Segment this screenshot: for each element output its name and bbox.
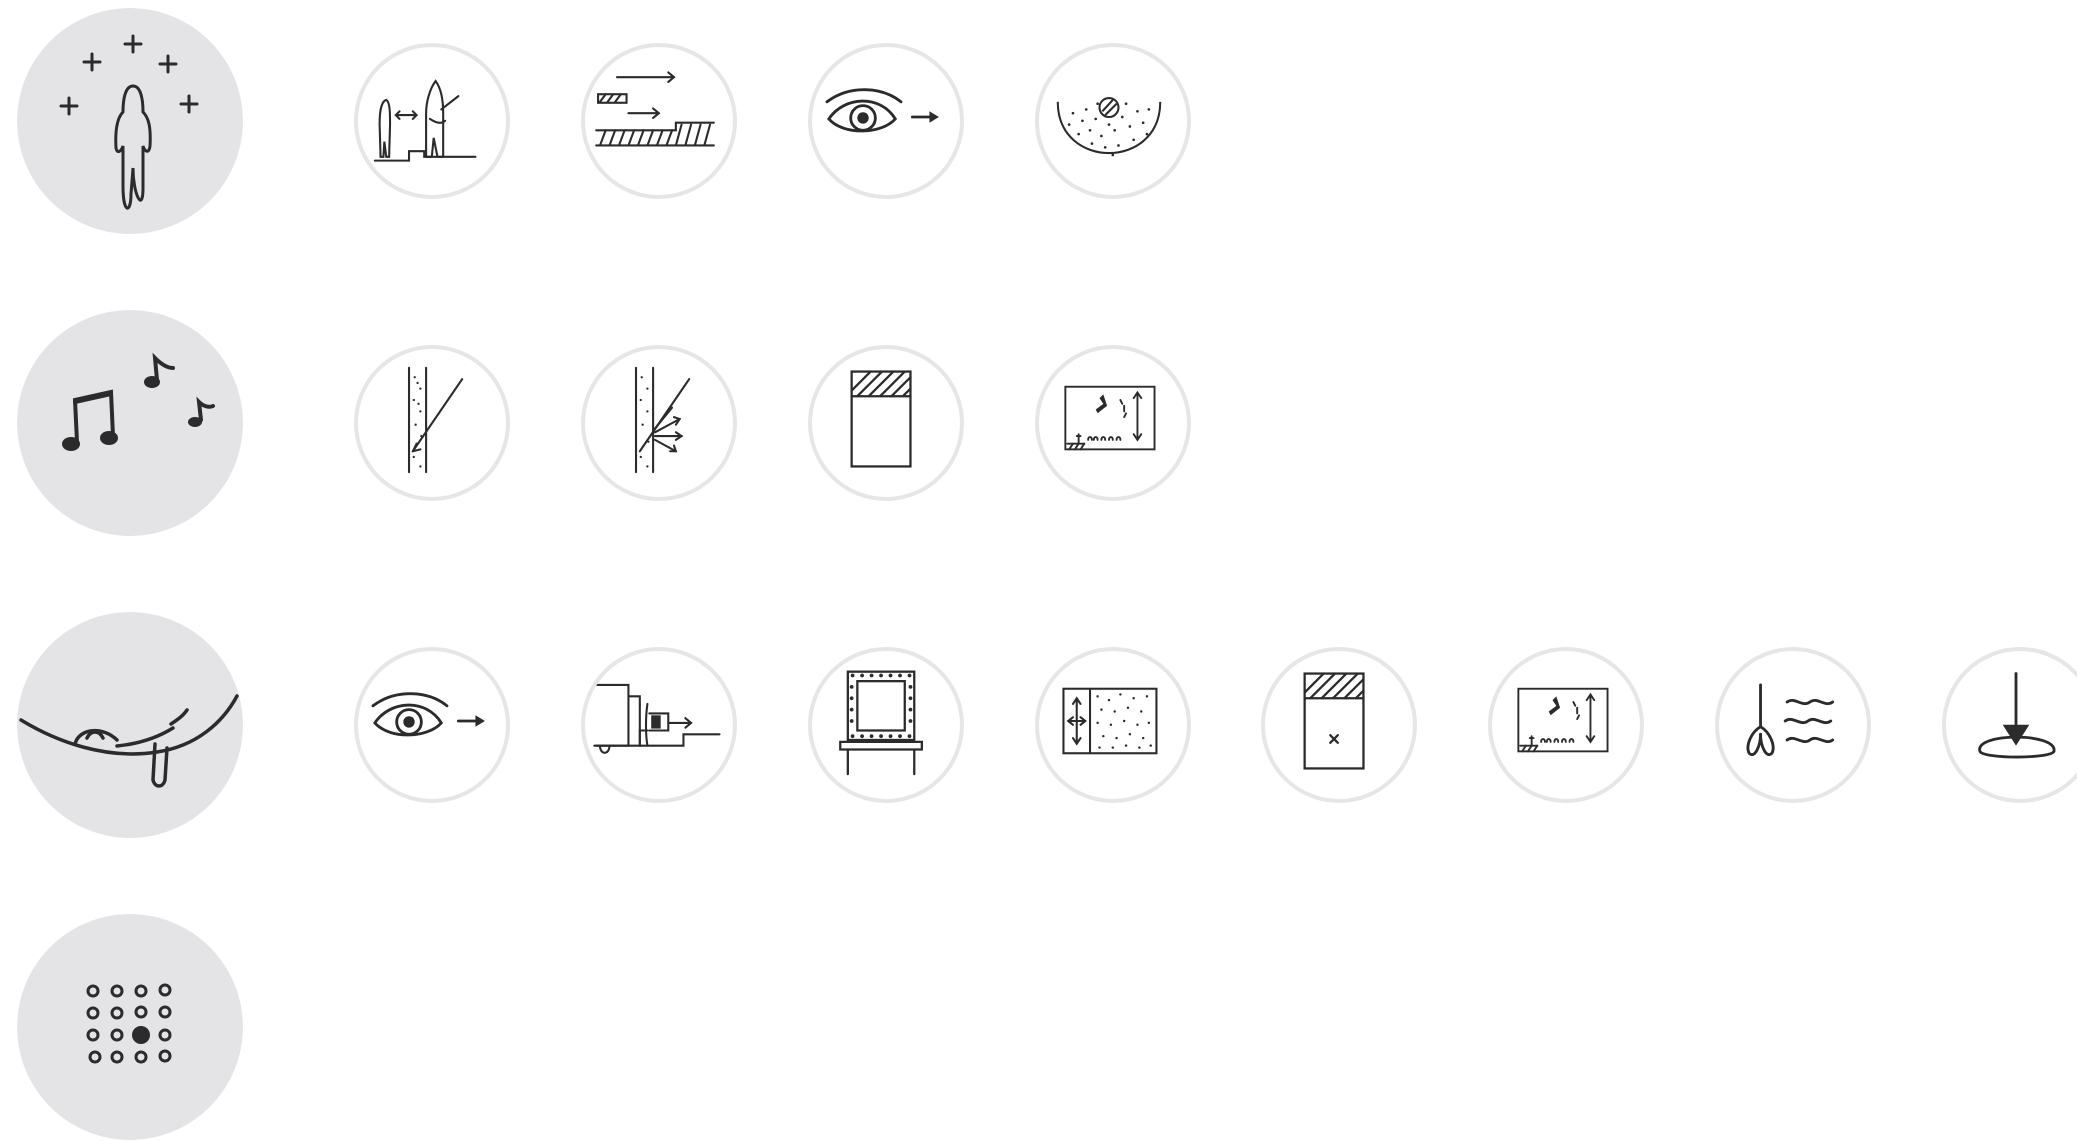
step-arrow-into-pool	[1942, 647, 2077, 803]
step-sliding-panel	[1035, 647, 1191, 803]
arrow-into-pool-icon	[1978, 672, 2056, 759]
eye-looking-forward-icon	[825, 88, 939, 133]
step-eye-forward-2	[354, 647, 510, 803]
dotted-dome-icon	[1056, 96, 1162, 157]
room-section-icon	[1064, 385, 1156, 451]
category-circle-sound	[17, 310, 243, 536]
step-panel-with-x	[1261, 647, 1417, 803]
textured-wall-line-icon	[407, 366, 464, 474]
category-circle-pattern	[17, 914, 243, 1140]
scale-comparison-icon	[373, 79, 477, 162]
framed-mirror-icon	[839, 670, 923, 776]
moving-walkway-icon	[595, 71, 715, 147]
person-with-sparkles-icon	[17, 8, 243, 234]
step-scale-comparison	[354, 43, 510, 199]
furniture-section-icon	[593, 683, 721, 754]
step-eye-forward	[808, 43, 964, 199]
eye-looking-forward-icon	[371, 692, 485, 737]
room-section-icon	[1517, 687, 1609, 753]
hatched-panel-icon	[850, 370, 912, 468]
dot-grid-icon	[17, 914, 243, 1140]
panel-with-x-icon	[1303, 672, 1365, 770]
step-plant-and-waves	[1715, 647, 1871, 803]
sliding-panel-icon	[1062, 687, 1158, 755]
category-circle-rest	[17, 612, 243, 838]
step-room-section-2	[1488, 647, 1644, 803]
category-circle-awe	[17, 8, 243, 234]
step-wall-reflection	[581, 345, 737, 501]
step-framed-mirror	[808, 647, 964, 803]
person-in-hammock-icon	[17, 612, 243, 838]
music-notes-icon	[17, 310, 243, 536]
step-moving-walkway	[581, 43, 737, 199]
step-dotted-dome	[1035, 43, 1191, 199]
step-textured-wall	[354, 345, 510, 501]
step-room-section	[1035, 345, 1191, 501]
plant-and-waves-icon	[1746, 683, 1835, 756]
step-furniture-section	[581, 647, 737, 803]
step-hatched-panel	[808, 345, 964, 501]
wall-reflection-icon	[634, 366, 691, 474]
